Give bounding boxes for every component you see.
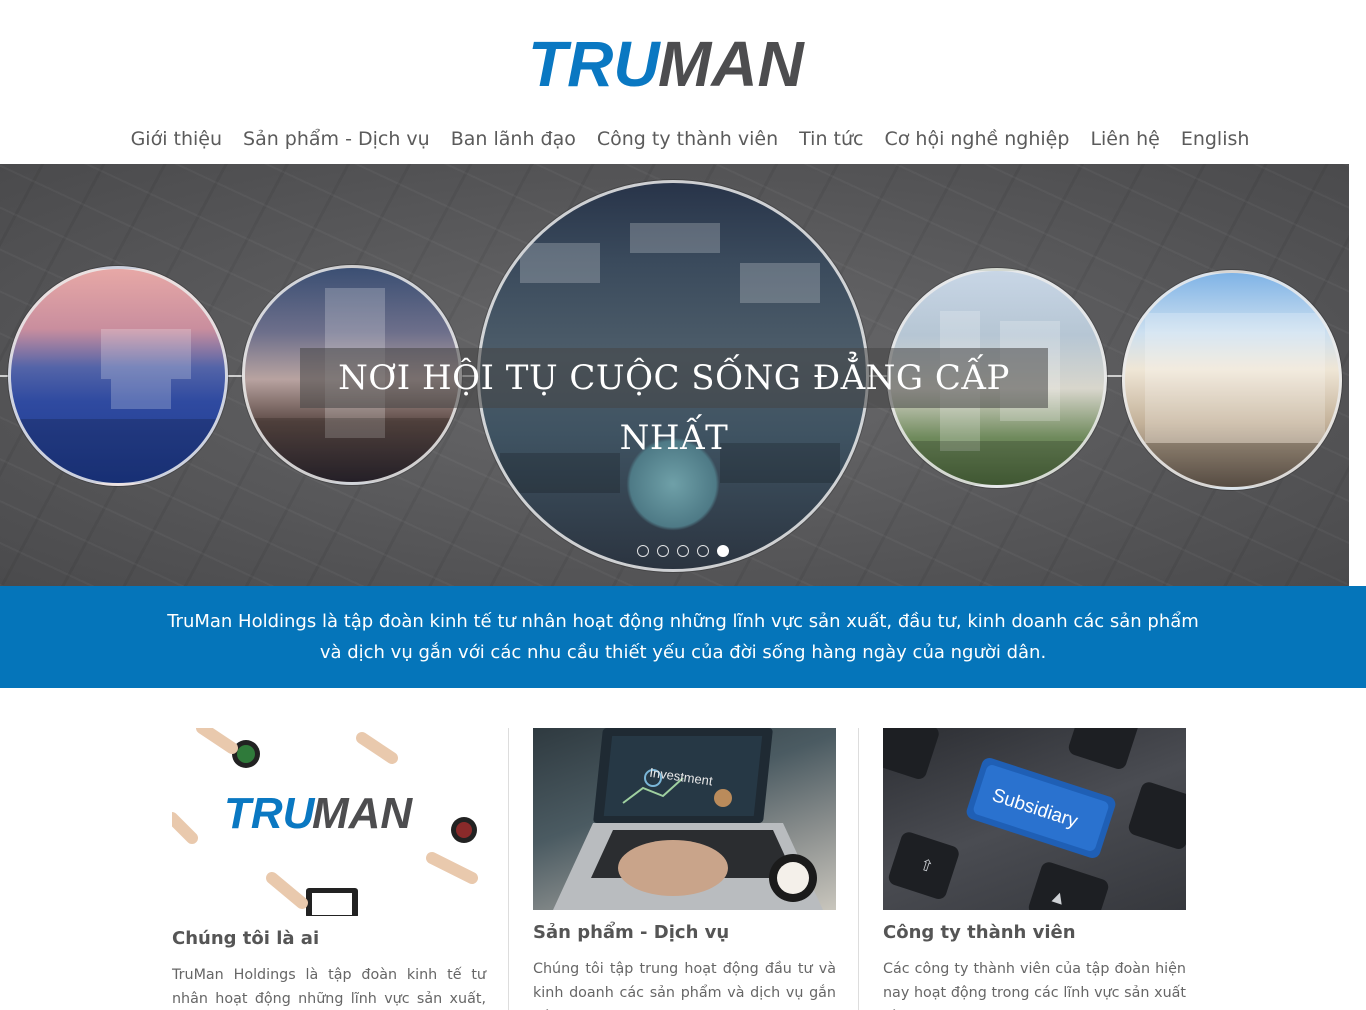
intro-text-line-2: và dịch vụ gắn với các nhu cầu thiết yếu… bbox=[319, 642, 1047, 663]
nav-item-co-hoi-nghe-nghiep[interactable]: Cơ hội nghề nghiệp bbox=[884, 124, 1069, 156]
intro-text-line-1: TruMan Holdings là tập đoàn kinh tế tư n… bbox=[167, 611, 1199, 632]
nav-item-ban-lanh-dao[interactable]: Ban lãnh đạo bbox=[451, 124, 576, 156]
slider-dots bbox=[637, 545, 729, 557]
about-illustration: TRU MAN bbox=[172, 728, 478, 916]
laptop-illustration: Investment bbox=[553, 728, 823, 910]
card-about: TRU MAN Chúng tôi là ai TruMan Holdings … bbox=[172, 728, 486, 1010]
hero-connector-line bbox=[1104, 375, 1124, 377]
card-title-subsidiaries[interactable]: Công ty thành viên bbox=[883, 922, 1186, 943]
card-products: Investment Sản phẩm - Dịch vụ Chúng tôi … bbox=[533, 728, 836, 1010]
logo-man: MAN bbox=[658, 28, 806, 100]
hero-slider[interactable]: NƠI HỘI TỤ CUỘC SỐNG ĐẲNG CẤP NHẤT bbox=[0, 164, 1349, 586]
card-logo-tru: TRU bbox=[224, 789, 316, 838]
card-logo-man: MAN bbox=[312, 789, 413, 838]
truman-logo[interactable]: TRU MAN bbox=[528, 28, 834, 100]
nav-item-cong-ty-thanh-vien[interactable]: Công ty thành viên bbox=[597, 124, 778, 156]
nav-item-gioi-thieu[interactable]: Giới thiệu bbox=[131, 124, 222, 156]
card-image-about[interactable]: TRU MAN bbox=[172, 728, 486, 916]
card-text-products: Chúng tôi tập trung hoạt động đầu tư và … bbox=[533, 961, 836, 1010]
slider-dot[interactable] bbox=[657, 545, 669, 557]
logo-tru: TRU bbox=[528, 28, 661, 100]
card-text-about: TruMan Holdings là tập đoàn kinh tế tư n… bbox=[172, 967, 486, 1007]
slider-dot-active[interactable] bbox=[717, 545, 729, 557]
hero-image-townhouses bbox=[1122, 270, 1342, 490]
slider-dot[interactable] bbox=[637, 545, 649, 557]
nav-item-lien-he[interactable]: Liên hệ bbox=[1090, 124, 1159, 156]
slider-dot[interactable] bbox=[677, 545, 689, 557]
card-divider bbox=[858, 728, 859, 1010]
hero-image-waterfront bbox=[8, 266, 228, 486]
card-text-subsidiaries: Các công ty thành viên của tập đoàn hiện… bbox=[883, 961, 1186, 1010]
card-divider bbox=[508, 728, 509, 1010]
nav-item-english[interactable]: English bbox=[1181, 124, 1250, 156]
truman-logo-graphic: TRU MAN bbox=[528, 28, 806, 100]
main-nav: Giới thiệu Sản phẩm - Dịch vụ Ban lãnh đ… bbox=[0, 124, 1366, 156]
card-title-products[interactable]: Sản phẩm - Dịch vụ bbox=[533, 922, 836, 943]
card-image-products[interactable]: Investment bbox=[533, 728, 836, 910]
card-image-subsidiaries[interactable]: Subsidiary ⇧ ▲ bbox=[883, 728, 1186, 910]
nav-item-tin-tuc[interactable]: Tin tức bbox=[799, 124, 863, 156]
card-subsidiaries: Subsidiary ⇧ ▲ Công ty thành viên Các cô… bbox=[883, 728, 1186, 1010]
keyboard-illustration: Subsidiary ⇧ ▲ bbox=[883, 728, 1186, 910]
intro-band: TruMan Holdings là tập đoàn kinh tế tư n… bbox=[0, 586, 1366, 688]
hero-title: NƠI HỘI TỤ CUỘC SỐNG ĐẲNG CẤP NHẤT bbox=[300, 348, 1048, 458]
card-title-about[interactable]: Chúng tôi là ai bbox=[172, 928, 486, 949]
nav-item-san-pham-dich-vu[interactable]: Sản phẩm - Dịch vụ bbox=[243, 124, 430, 156]
slider-dot[interactable] bbox=[697, 545, 709, 557]
